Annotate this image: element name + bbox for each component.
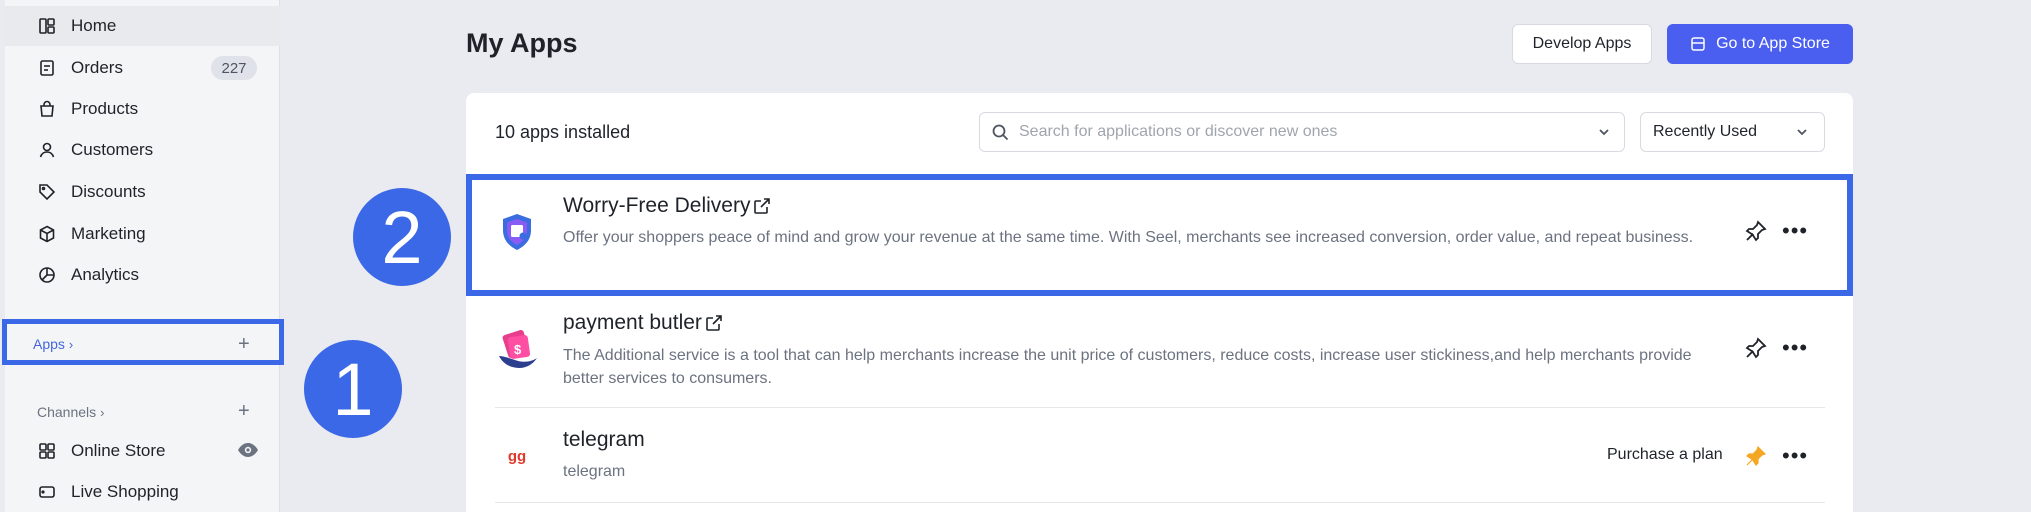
document-icon — [37, 58, 57, 78]
more-options-icon[interactable]: ••• — [1782, 335, 1808, 361]
apps-highlight-box — [2, 319, 284, 365]
callout-number-2: 2 — [353, 188, 451, 286]
add-channel-button[interactable]: + — [238, 401, 250, 421]
page-title: My Apps — [466, 28, 578, 58]
cube-icon — [37, 224, 57, 244]
sidebar-item-discounts[interactable]: Discounts — [5, 172, 280, 212]
sidebar-item-orders[interactable]: Orders 227 — [5, 48, 280, 88]
sidebar-item-label: Orders — [71, 58, 123, 77]
telegram-logo-icon: gg — [507, 447, 527, 465]
orders-count-badge: 227 — [211, 56, 257, 80]
app-description: The Additional service is a tool that ca… — [563, 347, 1692, 387]
installed-count: 10 apps installed — [495, 122, 631, 142]
sidebar: Home Orders 227 Products Customers Disco… — [5, 0, 280, 512]
layout-icon — [37, 16, 57, 36]
sidebar-item-label: Online Store — [71, 441, 166, 460]
app-row-highlight-box — [466, 174, 1853, 296]
app-name[interactable]: payment butler — [563, 311, 724, 335]
external-link-icon — [706, 315, 722, 331]
sidebar-item-label: Customers — [71, 140, 154, 159]
sidebar-item-analytics[interactable]: Analytics — [5, 255, 280, 295]
sort-select[interactable]: Recently Used — [1640, 112, 1825, 152]
pinned-icon[interactable] — [1744, 444, 1768, 468]
eye-icon[interactable] — [237, 442, 259, 463]
sidebar-item-label: Live Shopping — [71, 482, 179, 501]
payment-icon: $ — [495, 326, 539, 370]
app-row-telegram[interactable]: gg telegram telegram Purchase a plan ••• — [495, 408, 1825, 502]
sidebar-item-marketing[interactable]: Marketing — [5, 214, 280, 254]
sidebar-item-products[interactable]: Products — [5, 89, 280, 129]
app-name[interactable]: telegram — [563, 428, 645, 452]
chevron-right-icon: › — [100, 404, 105, 420]
search-input[interactable] — [1019, 123, 1579, 141]
search-box[interactable] — [979, 112, 1625, 152]
person-icon — [37, 140, 57, 160]
sidebar-item-label: Home — [71, 16, 117, 35]
sidebar-item-label: Discounts — [71, 182, 146, 201]
grid-icon — [37, 441, 57, 461]
sidebar-item-label: Analytics — [71, 265, 140, 284]
sidebar-item-label: Marketing — [71, 224, 146, 243]
pin-icon[interactable] — [1744, 336, 1768, 360]
chevron-down-icon — [1797, 129, 1807, 136]
develop-apps-button[interactable]: Develop Apps — [1512, 24, 1652, 64]
more-options-icon[interactable]: ••• — [1782, 443, 1808, 469]
tag-icon — [37, 182, 57, 202]
bag-icon — [37, 99, 57, 119]
purchase-plan-link[interactable]: Purchase a plan — [1607, 446, 1723, 464]
sidebar-item-live-shopping[interactable]: Live Shopping — [5, 472, 280, 512]
app-description: telegram — [563, 463, 626, 480]
svg-text:$: $ — [514, 342, 522, 357]
callout-number-1: 1 — [304, 340, 402, 438]
search-icon — [992, 124, 1009, 140]
sidebar-item-customers[interactable]: Customers — [5, 130, 280, 170]
pie-chart-icon — [37, 265, 57, 285]
chevron-down-icon — [1599, 129, 1609, 136]
store-icon — [1691, 37, 1705, 51]
sort-value: Recently Used — [1653, 123, 1758, 140]
app-row-payment-butler[interactable]: $ payment butler The Additional service … — [495, 300, 1825, 406]
sidebar-item-home[interactable]: Home — [5, 6, 280, 46]
row-divider — [495, 502, 1825, 503]
sidebar-item-label: Products — [71, 99, 139, 118]
channels-section-header[interactable]: Channels › — [37, 404, 105, 420]
video-icon — [37, 482, 57, 502]
go-to-app-store-button[interactable]: Go to App Store — [1667, 24, 1853, 64]
